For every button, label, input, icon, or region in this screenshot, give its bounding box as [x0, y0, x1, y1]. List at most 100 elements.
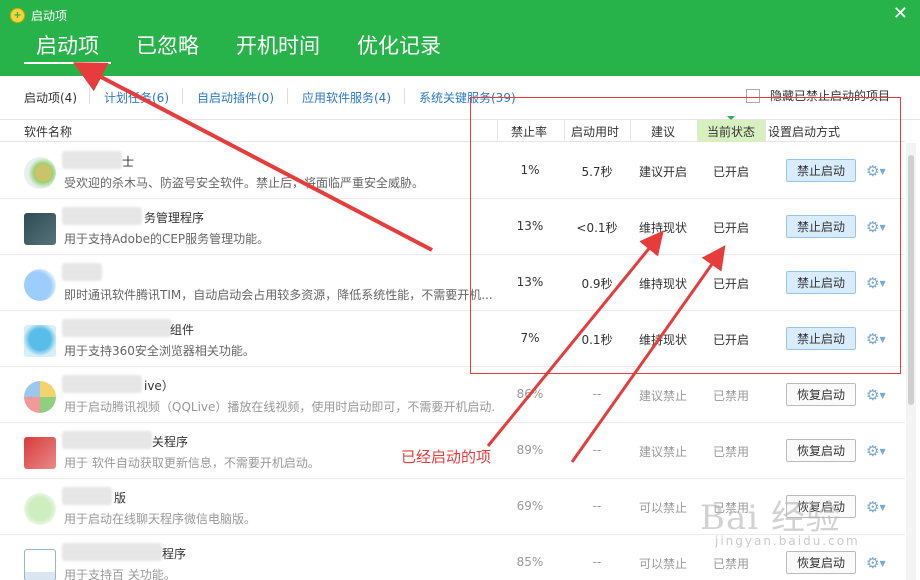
redacted-name: [62, 431, 152, 449]
row-state: 已开启: [712, 221, 749, 235]
gear-icon[interactable]: ⚙▼: [866, 218, 886, 236]
app-icon: [24, 157, 56, 189]
disable-startup-button[interactable]: 禁止启动: [786, 159, 856, 182]
subtab-plugins[interactable]: 自启动插件(0): [197, 89, 274, 106]
col-divider: [765, 120, 766, 142]
gear-icon[interactable]: ⚙▼: [866, 274, 886, 292]
row-advice: 可以禁止: [638, 557, 687, 571]
subtab-app-services[interactable]: 应用软件服务(4): [302, 89, 391, 106]
restore-startup-button[interactable]: 恢复启动: [786, 383, 856, 406]
row-description: 用于支持360安全浏览器相关功能。: [64, 344, 255, 358]
row-startup-time: 0.9秒: [581, 277, 613, 291]
col-divider: [564, 120, 565, 142]
restore-startup-button[interactable]: 恢复启动: [786, 439, 856, 462]
gear-icon[interactable]: ⚙▼: [866, 330, 886, 348]
row-advice: 维持现状: [638, 277, 687, 291]
row-title: 组件: [170, 323, 195, 337]
chevron-down-icon: ▼: [879, 503, 886, 512]
row-disable-rate: 13%: [516, 219, 544, 233]
row-disable-rate: 85%: [516, 555, 544, 569]
tab-boot-time[interactable]: 开机时间: [224, 30, 332, 64]
window-title: 启动项: [31, 9, 68, 23]
checkbox-icon[interactable]: [746, 88, 760, 103]
redacted-name: [62, 151, 122, 169]
col-startup-mode: 设置启动方式: [768, 125, 841, 139]
app-icon: [24, 437, 56, 469]
row-state: 已禁用: [712, 445, 749, 459]
row-state: 已开启: [712, 165, 749, 179]
row-disable-rate: 86%: [516, 387, 544, 401]
row-description: 用于支持百 关功能。: [64, 568, 176, 580]
chevron-down-icon: ▼: [879, 447, 886, 456]
disable-startup-button[interactable]: 禁止启动: [786, 271, 856, 294]
gear-icon[interactable]: ⚙▼: [866, 386, 886, 404]
restore-startup-button[interactable]: 恢复启动: [786, 551, 856, 574]
hide-disabled-toggle[interactable]: 隐藏已禁止启动的项目: [746, 87, 890, 104]
column-header: 软件名称 禁止率 启动用时 建议 当前状态 设置启动方式: [0, 116, 905, 142]
row-state: 已禁用: [712, 389, 749, 403]
tab-optimize-log[interactable]: 优化记录: [345, 30, 453, 64]
app-icon: [24, 269, 56, 301]
watermark-url: jingyan.baidu.com: [715, 534, 860, 548]
app-logo-icon: +: [10, 8, 25, 23]
app-icon: [24, 213, 56, 245]
app-icon: [24, 325, 56, 357]
chevron-down-icon: ▼: [879, 167, 886, 176]
row-disable-rate: 1%: [520, 163, 540, 177]
col-divider: [497, 120, 498, 142]
chevron-down-icon: ▼: [879, 279, 886, 288]
subtab-system-services[interactable]: 系统关键服务(39): [419, 89, 516, 106]
row-advice: 可以禁止: [638, 501, 687, 515]
subtab-startup[interactable]: 启动项(4): [24, 89, 77, 106]
row-description: 用于启动腾讯视频（QQLive）播放在线视频，使用时启动即可，不需要开机启动..…: [64, 400, 496, 414]
main-tabs: 启动项 已忽略 开机时间 优化记录: [24, 30, 466, 70]
gear-icon[interactable]: ⚙▼: [866, 498, 886, 516]
table-row: ive） 用于启动腾讯视频（QQLive）播放在线视频，使用时启动即可，不需要开…: [0, 367, 905, 423]
sub-tabs: 启动项(4) 计划任务(6) 自启动插件(0) 应用软件服务(4) 系统关键服务…: [0, 76, 920, 120]
row-disable-rate: 7%: [520, 331, 540, 345]
gear-icon[interactable]: ⚙▼: [866, 162, 886, 180]
row-startup-time: --: [592, 443, 602, 457]
redacted-name: [62, 263, 102, 281]
row-description: 受欢迎的杀木马、防盗号安全软件。禁止后，将面临严重安全威胁。: [64, 176, 425, 190]
row-state: 已禁用: [712, 557, 749, 571]
row-startup-time: <0.1秒: [576, 221, 618, 235]
watermark-logo: Bai 经验: [700, 498, 841, 538]
col-software-name[interactable]: 软件名称: [24, 123, 72, 140]
col-disable-rate[interactable]: 禁止率: [511, 123, 547, 140]
scroll-thumb[interactable]: [908, 155, 914, 405]
titlebar: + 启动项 ✕: [0, 0, 920, 30]
col-startup-time[interactable]: 启动用时: [571, 123, 619, 140]
redacted-name: [62, 487, 112, 505]
col-advice[interactable]: 建议: [651, 123, 675, 140]
chevron-down-icon: ▼: [879, 335, 886, 344]
row-advice: 维持现状: [638, 221, 687, 235]
row-title: 程序: [162, 547, 187, 561]
gear-icon[interactable]: ⚙▼: [866, 554, 886, 572]
subtab-divider: [404, 88, 405, 104]
disable-startup-button[interactable]: 禁止启动: [786, 327, 856, 350]
subtab-scheduled-tasks[interactable]: 计划任务(6): [104, 89, 169, 106]
chevron-down-icon: ▼: [879, 391, 886, 400]
tab-startup[interactable]: 启动项: [24, 30, 111, 64]
app-icon: [24, 381, 56, 413]
row-title: ive）: [144, 379, 174, 393]
sort-arrow-icon: [727, 116, 735, 120]
list-scrollbar[interactable]: [906, 143, 916, 580]
row-disable-rate: 89%: [516, 443, 544, 457]
gear-icon[interactable]: ⚙▼: [866, 442, 886, 460]
close-icon[interactable]: ✕: [893, 4, 908, 24]
col-divider: [630, 120, 631, 142]
hide-disabled-label: 隐藏已禁止启动的项目: [770, 89, 891, 103]
tab-ignored[interactable]: 已忽略: [124, 30, 211, 64]
col-current-state[interactable]: 当前状态: [707, 123, 755, 140]
redacted-name: [62, 319, 172, 337]
row-startup-time: 5.7秒: [581, 165, 613, 179]
subtab-divider: [182, 88, 183, 104]
chevron-down-icon: ▼: [879, 223, 886, 232]
document-icon: [24, 549, 56, 580]
redacted-name: [62, 543, 162, 561]
row-description: 用于支持Adobe的CEP服务管理功能。: [64, 232, 270, 246]
row-title: 务管理程序: [144, 211, 205, 225]
disable-startup-button[interactable]: 禁止启动: [786, 215, 856, 238]
